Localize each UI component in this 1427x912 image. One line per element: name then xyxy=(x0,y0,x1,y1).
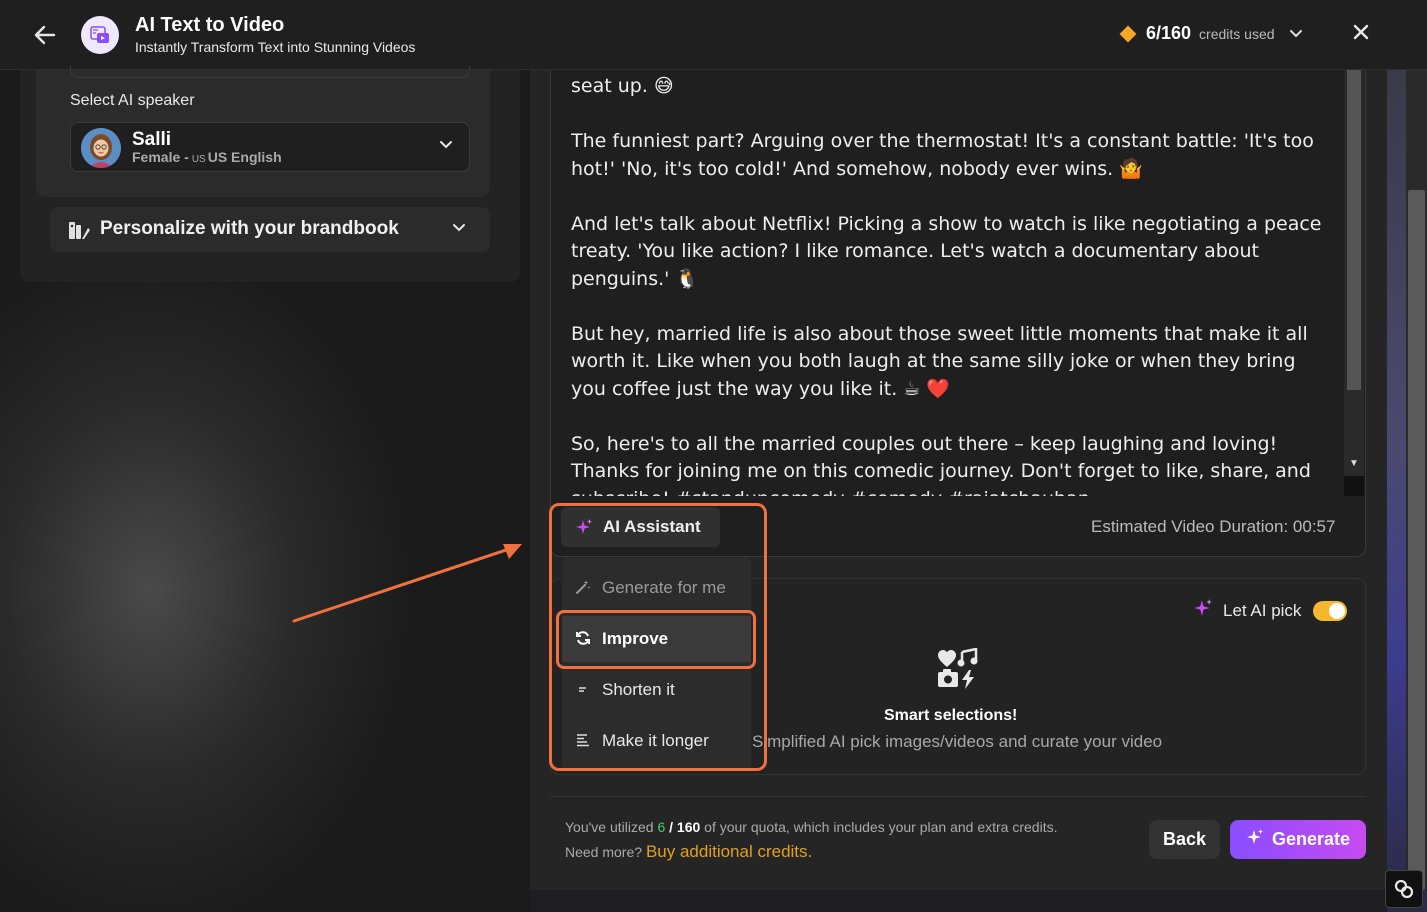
app-logo-icon xyxy=(81,16,119,54)
credits-count: 6/160 xyxy=(1146,23,1192,43)
need-more-label: Need more? xyxy=(565,844,643,860)
script-paragraph: But hey, married life is also about thos… xyxy=(571,322,1308,400)
ai-assistant-label: AI Assistant xyxy=(603,517,701,536)
let-ai-pick-toggle[interactable] xyxy=(1313,600,1348,621)
textarea-scrollbar[interactable]: ▼ xyxy=(1344,70,1364,496)
generate-button[interactable]: Generate xyxy=(1230,820,1366,859)
need-more-line: Need more? Buy additional credits. xyxy=(565,842,812,862)
chevron-down-icon xyxy=(452,220,466,238)
page-scrollbar[interactable] xyxy=(1406,70,1427,890)
smart-selections-title: Smart selections! xyxy=(884,707,1018,724)
speaker-name: Salli xyxy=(132,129,172,150)
app-title: AI Text to Video xyxy=(135,14,285,36)
speaker-select[interactable]: Salli Female - US US English xyxy=(70,122,470,172)
speaker-label: Select AI speaker xyxy=(70,92,195,109)
menu-item-label: Generate for me xyxy=(602,578,726,597)
speaker-gender: Female - xyxy=(132,149,189,165)
shorten-icon xyxy=(562,681,602,700)
app-header: AI Text to Video Instantly Transform Tex… xyxy=(0,0,1427,70)
credits-label: credits used xyxy=(1199,25,1275,42)
script-paragraph: seat up. 😅 xyxy=(571,75,674,97)
menu-item-longer[interactable]: Make it longer xyxy=(562,718,751,764)
sparkle-icon xyxy=(1246,828,1264,851)
menu-item-shorten[interactable]: Shorten it xyxy=(562,667,751,713)
chevron-down-icon xyxy=(1289,26,1303,42)
quota-used: 6 xyxy=(657,819,666,835)
previous-field xyxy=(70,66,470,78)
footer-divider xyxy=(550,796,1366,797)
chevron-down-icon xyxy=(439,137,453,155)
magic-wand-icon xyxy=(562,579,602,598)
let-ai-pick-label: Let AI pick xyxy=(1223,600,1302,620)
us-flag-icon: US xyxy=(191,154,206,165)
link-icon[interactable] xyxy=(1385,870,1423,908)
script-textarea[interactable]: seat up. 😅 The funniest part? Arguing ov… xyxy=(571,70,1331,496)
speaker-language: US English xyxy=(207,149,282,165)
menu-item-generate[interactable]: Generate for me xyxy=(562,565,751,611)
sparkle-icon xyxy=(1193,598,1213,623)
textarea-resize-corner[interactable] xyxy=(1344,476,1364,496)
menu-item-improve[interactable]: Improve xyxy=(562,616,751,662)
app-subtitle: Instantly Transform Text into Stunning V… xyxy=(135,39,416,55)
menu-item-label: Improve xyxy=(602,629,669,648)
script-paragraph: And let's talk about Netflix! Picking a … xyxy=(571,212,1322,290)
estimated-duration: Estimated Video Duration: 00:57 xyxy=(1091,517,1336,536)
brandbook-accordion[interactable]: Personalize with your brandbook xyxy=(50,207,490,252)
let-ai-pick-control: Let AI pick xyxy=(1193,598,1348,623)
script-paragraph: So, here's to all the married couples ou… xyxy=(571,432,1311,497)
back-button[interactable]: Back xyxy=(1149,820,1220,859)
brandbook-label: Personalize with your brandbook xyxy=(100,218,399,239)
quota-suffix: of your quota, which includes your plan … xyxy=(704,819,1058,835)
textarea-scrollbar-thumb[interactable] xyxy=(1347,70,1361,390)
refresh-icon xyxy=(562,630,602,649)
quota-total: / 160 xyxy=(669,819,701,835)
background-bottom xyxy=(530,890,1387,912)
menu-item-label: Shorten it xyxy=(602,680,675,699)
back-arrow-icon[interactable] xyxy=(30,22,60,48)
smart-selections-description: Simplified AI pick images/videos and cur… xyxy=(752,732,1163,751)
quota-summary: You've utilized 6 / 160 of your quota, w… xyxy=(565,819,1057,835)
page-scrollbar-thumb[interactable] xyxy=(1408,190,1425,890)
close-icon[interactable] xyxy=(1349,22,1373,46)
scroll-down-arrow-icon[interactable]: ▼ xyxy=(1349,458,1359,469)
script-paragraph: The funniest part? Arguing over the ther… xyxy=(571,130,1314,180)
sparkle-icon xyxy=(575,518,593,541)
media-collage-icon xyxy=(936,647,980,690)
quota-prefix: You've utilized xyxy=(565,819,654,835)
lengthen-icon xyxy=(562,732,602,751)
menu-item-label: Make it longer xyxy=(602,731,709,750)
speaker-avatar xyxy=(81,128,121,168)
speaker-meta: Female - US US English xyxy=(132,149,282,165)
brandbook-icon xyxy=(68,219,90,241)
buy-credits-link[interactable]: Buy additional credits. xyxy=(646,842,812,861)
ai-assistant-button[interactable]: AI Assistant xyxy=(561,507,720,547)
generate-label: Generate xyxy=(1271,829,1351,849)
credits-diamond-icon xyxy=(1119,25,1137,42)
credits-indicator[interactable]: 6/160 credits used xyxy=(1119,23,1303,44)
